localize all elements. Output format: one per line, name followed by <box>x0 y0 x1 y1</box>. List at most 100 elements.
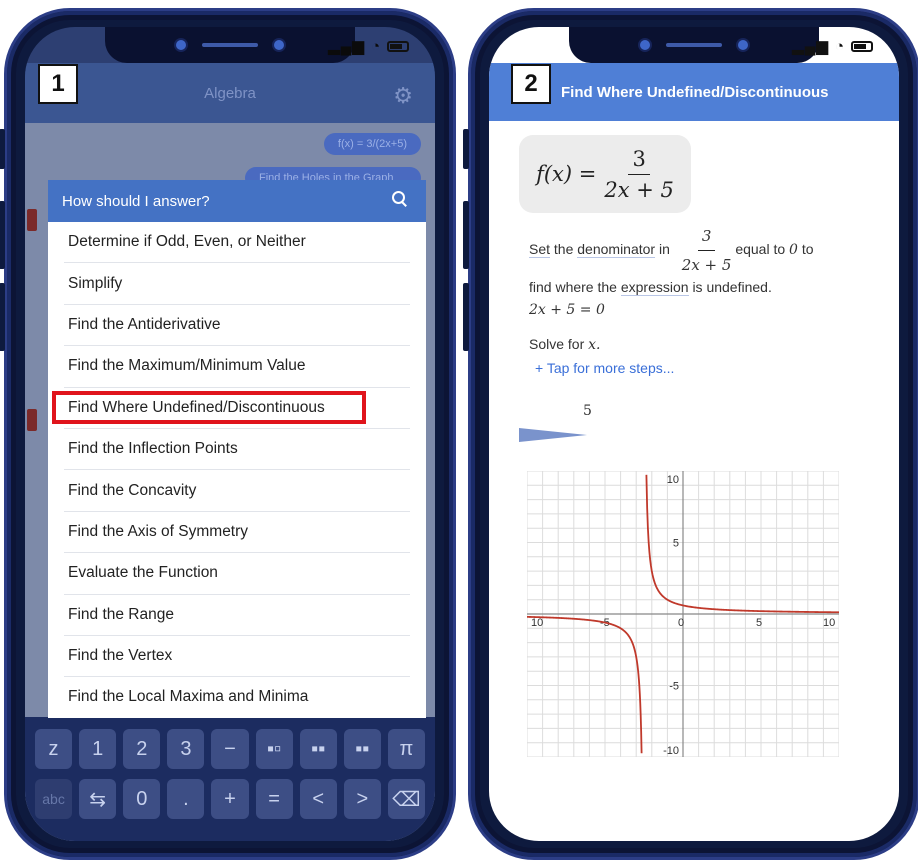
option-axis-symmetry[interactable]: Find the Axis of Symmetry <box>64 512 410 554</box>
text-find-where: find where the <box>529 279 617 295</box>
key-1[interactable]: 1 <box>79 729 117 769</box>
gear-icon[interactable]: ⚙ <box>393 83 413 109</box>
math-keyboard: z 1 2 3 − ▪▫ ▪▪ ▪▪ π abc ⇆ 0 . + = < > ⌫ <box>25 717 435 841</box>
key-left[interactable]: < <box>299 779 337 819</box>
text-solve-for: Solve for <box>529 336 585 352</box>
function-display: f(x) = 3 2x + 5 <box>519 135 691 213</box>
bookmark-icon <box>27 209 37 231</box>
key-right[interactable]: > <box>343 779 381 819</box>
dialog-header: How should I answer? <box>48 180 426 222</box>
side-button <box>0 129 5 169</box>
volume-up-button <box>0 201 5 269</box>
signal-icon: ▂▄▆ <box>328 38 365 55</box>
speaker-grille <box>202 43 258 47</box>
volume-down-button <box>0 283 5 351</box>
inline-fraction: 3 2x + 5 <box>682 225 732 276</box>
key-backspace[interactable]: ⌫ <box>387 779 425 819</box>
option-inflection-points[interactable]: Find the Inflection Points <box>64 429 410 471</box>
option-concavity[interactable]: Find the Concavity <box>64 470 410 512</box>
step-badge-2: 2 <box>511 64 551 104</box>
wifi-icon: ◔ <box>370 37 381 55</box>
answer-dialog: How should I answer? Determine if Odd, E… <box>48 180 426 718</box>
text-equal-to: equal to <box>735 241 786 258</box>
partial-value: 5 <box>583 403 592 419</box>
status-bar: ▂▄▆ ◔ <box>328 37 409 55</box>
x-tick-label: 5 <box>756 617 762 629</box>
chat-bubble-function[interactable]: f(x) = 3/(2x+5) <box>323 133 421 155</box>
notch <box>569 27 819 63</box>
link-denominator[interactable]: denominator <box>577 241 656 259</box>
text-in: in <box>658 241 670 258</box>
status-bar: ▂▄▆ ◔ <box>792 37 873 55</box>
function-fraction: 3 2x + 5 <box>604 147 674 202</box>
tap-more-steps[interactable]: + Tap for more steps... <box>535 357 879 379</box>
text-the: the <box>553 241 574 258</box>
key-2[interactable]: 2 <box>123 729 161 769</box>
option-antiderivative[interactable]: Find the Antiderivative <box>64 305 410 347</box>
text-variable: x. <box>588 337 601 353</box>
dialog-title: How should I answer? <box>62 192 210 210</box>
battery-icon <box>851 40 873 52</box>
option-max-min[interactable]: Find the Maximum/Minimum Value <box>64 346 410 388</box>
header-title: Algebra <box>204 84 256 102</box>
text-to: to <box>801 241 814 258</box>
key-matrix[interactable]: ▪▪ <box>299 729 337 769</box>
volume-up-button <box>463 201 469 269</box>
header-title: Find Where Undefined/Discontinuous <box>561 83 829 101</box>
inline-denominator: 2x + 5 <box>681 256 732 274</box>
key-power[interactable]: ▪▫ <box>255 729 293 769</box>
step-set-denominator: Set the denominator in 3 2x + 5 equal to… <box>529 225 879 321</box>
screen-2: ▂▄▆ ◔ Find Where Undefined/Discontinuous… <box>489 27 899 841</box>
option-odd-even[interactable]: Determine if Odd, Even, or Neither <box>64 222 410 264</box>
camera-icon <box>176 40 186 50</box>
phone-frame-2: ▂▄▆ ◔ Find Where Undefined/Discontinuous… <box>463 8 918 860</box>
text-undefined: is undefined. <box>692 279 772 295</box>
text-zero: 0 <box>789 242 798 259</box>
y-tick-label: -5 <box>669 681 679 693</box>
key-3[interactable]: 3 <box>167 729 205 769</box>
step-badge-1: 1 <box>38 64 78 104</box>
side-button <box>463 129 469 169</box>
link-expression[interactable]: expression <box>620 279 689 296</box>
sensor-icon <box>274 40 284 50</box>
pointer-arrow-icon <box>519 428 587 442</box>
battery-icon <box>387 40 409 52</box>
inline-numerator: 3 <box>697 225 716 251</box>
camera-icon <box>640 40 650 50</box>
equation: 2x + 5 = 0 <box>529 302 605 318</box>
x-tick-label: 10 <box>531 617 543 629</box>
option-undefined-discontinuous[interactable]: Find Where Undefined/Discontinuous <box>52 388 410 429</box>
y-tick-label: -10 <box>663 745 679 757</box>
key-abc[interactable]: abc <box>35 779 73 819</box>
signal-icon: ▂▄▆ <box>792 38 829 55</box>
key-0[interactable]: 0 <box>123 779 161 819</box>
sensor-icon <box>738 40 748 50</box>
bookmark-icon <box>27 409 37 431</box>
link-set[interactable]: Set <box>529 241 551 259</box>
key-swap[interactable]: ⇆ <box>79 779 117 819</box>
option-simplify[interactable]: Simplify <box>64 263 410 305</box>
key-plus[interactable]: + <box>211 779 249 819</box>
keyboard-row-2: abc ⇆ 0 . + = < > ⌫ <box>35 779 425 819</box>
option-vertex[interactable]: Find the Vertex <box>64 636 410 678</box>
key-minus[interactable]: − <box>211 729 249 769</box>
keyboard-row-1: z 1 2 3 − ▪▫ ▪▪ ▪▪ π <box>35 729 425 769</box>
option-range[interactable]: Find the Range <box>64 595 410 636</box>
app-header: Algebra ⚙ <box>25 63 435 123</box>
search-icon[interactable] <box>392 191 406 205</box>
y-tick-label: 10 <box>667 474 679 486</box>
key-z[interactable]: z <box>35 729 73 769</box>
key-blocks[interactable]: ▪▪ <box>343 729 381 769</box>
function-lhs: f(x) = <box>536 162 597 186</box>
key-pi[interactable]: π <box>387 729 425 769</box>
option-evaluate[interactable]: Evaluate the Function <box>64 553 410 595</box>
x-tick-label: 0 <box>678 617 684 629</box>
key-equals[interactable]: = <box>255 779 293 819</box>
x-tick-label: 10 <box>823 617 835 629</box>
speaker-grille <box>666 43 722 47</box>
key-dot[interactable]: . <box>167 779 205 819</box>
volume-down-button <box>463 283 469 351</box>
option-local-extrema[interactable]: Find the Local Maxima and Minima <box>64 677 410 718</box>
fraction-denominator: 2x + 5 <box>604 177 674 202</box>
wifi-icon: ◔ <box>834 37 845 55</box>
